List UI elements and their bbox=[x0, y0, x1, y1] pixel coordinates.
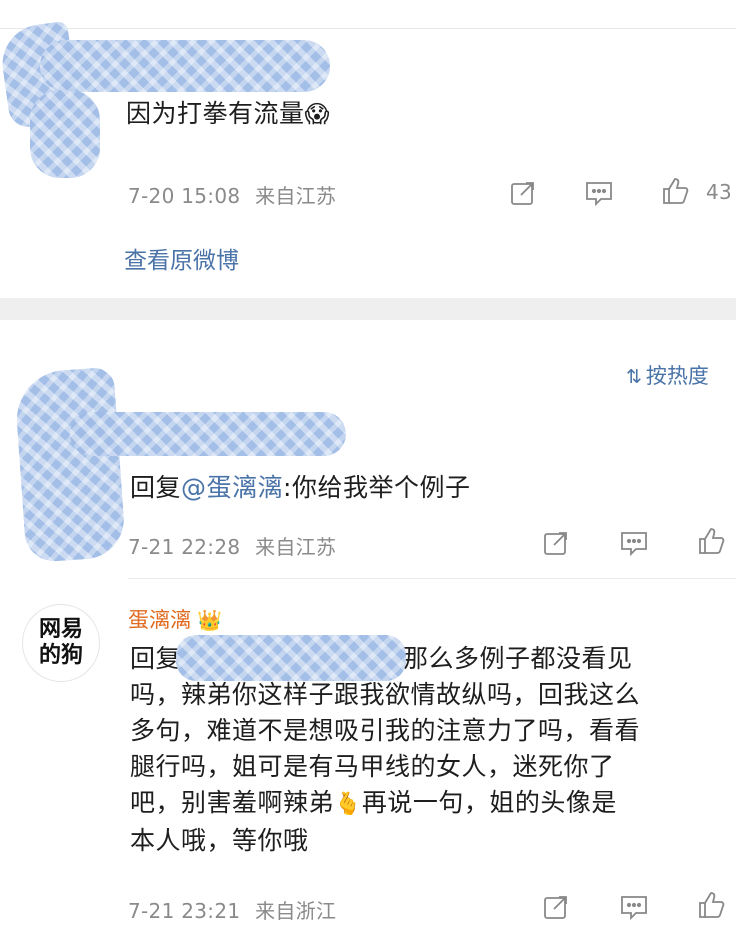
reply2-line6: 本人哦，等你哦 bbox=[130, 826, 309, 855]
reply1-text: :你给我举个例子 bbox=[283, 473, 471, 502]
finger-heart-emoji-icon: 🫰 bbox=[334, 792, 362, 817]
post1-text: 因为打拳有流量 bbox=[126, 99, 305, 128]
crown-badge-icon: 👑 bbox=[197, 608, 222, 632]
redacted-reply1-name bbox=[70, 412, 346, 456]
post1-like-count: 43 bbox=[706, 180, 733, 204]
scream-emoji-icon: 😱 bbox=[304, 100, 331, 128]
avatar[interactable]: 网易的狗 bbox=[22, 604, 100, 682]
reply2-comment-icon[interactable] bbox=[619, 892, 649, 922]
post1-location: 来自江苏 bbox=[255, 184, 337, 208]
sort-by-hot-button[interactable]: ⇅ 按热度 bbox=[626, 360, 709, 390]
reply2-share-icon[interactable] bbox=[541, 892, 571, 922]
top-divider bbox=[0, 28, 736, 29]
post1-meta: 7-20 15:08 来自江苏 bbox=[128, 180, 336, 209]
reply1-like-icon[interactable] bbox=[696, 526, 726, 556]
reply2-line1-rest: 那么多例子都没看见 bbox=[403, 644, 633, 673]
reply2-line1-prefix: 回复 bbox=[130, 644, 182, 673]
redacted-avatar-tail bbox=[30, 90, 100, 178]
reply1-meta: 7-21 22:28 来自江苏 bbox=[128, 531, 336, 560]
post1-date: 7-20 15:08 bbox=[128, 184, 241, 208]
reply2-line4: 腿行吗，姐可是有马甲线的女人，迷死你了 bbox=[130, 752, 615, 781]
avatar-text: 网易的狗 bbox=[38, 617, 83, 668]
reply2-line3: 多句，难道不是想吸引我的注意力了吗，看看 bbox=[130, 716, 641, 745]
redacted-reply2-mention bbox=[176, 635, 406, 681]
reply2-line5-rest: 再说一句，姐的头像是 bbox=[361, 788, 617, 817]
sort-icon: ⇅ bbox=[626, 366, 642, 388]
reply2-username-text: 蛋漓漓 bbox=[128, 608, 191, 632]
reply2-username[interactable]: 蛋漓漓 👑 bbox=[128, 604, 222, 634]
redacted-reply1-avatar bbox=[13, 366, 127, 564]
reply2-location: 来自浙江 bbox=[255, 899, 337, 923]
post1-comment: 因为打拳有流量😱 bbox=[126, 96, 330, 132]
sort-label: 按热度 bbox=[645, 364, 709, 388]
reply2-line2: 吗，辣弟你这样子跟我欲情故纵吗，回我这么 bbox=[130, 680, 641, 709]
reply1-comment: 回复@蛋漓漓:你给我举个例子 bbox=[130, 470, 470, 506]
reply1-comment-icon[interactable] bbox=[619, 528, 649, 558]
reply1-date: 7-21 22:28 bbox=[128, 535, 241, 559]
redacted-name-bar bbox=[40, 40, 330, 92]
reply2-meta: 7-21 23:21 来自浙江 bbox=[128, 895, 336, 924]
reply1-mention-link[interactable]: @蛋漓漓 bbox=[181, 473, 283, 502]
like-icon[interactable] bbox=[660, 176, 690, 206]
reply-divider bbox=[128, 578, 736, 579]
section-separator bbox=[0, 298, 736, 320]
reply1-prefix: 回复 bbox=[130, 473, 182, 502]
comment-icon[interactable] bbox=[584, 178, 614, 208]
reply1-location: 来自江苏 bbox=[255, 535, 337, 559]
reply2-line5-prefix: 吧，别害羞啊辣弟 bbox=[130, 788, 335, 817]
reply2-like-icon[interactable] bbox=[696, 890, 726, 920]
view-original-link[interactable]: 查看原微博 bbox=[124, 241, 239, 275]
reply1-share-icon[interactable] bbox=[541, 528, 571, 558]
reply2-line5: 吧，别害羞啊辣弟🫰再说一句，姐的头像是 bbox=[130, 785, 640, 823]
share-icon[interactable] bbox=[508, 178, 538, 208]
reply2-date: 7-21 23:21 bbox=[128, 899, 241, 923]
